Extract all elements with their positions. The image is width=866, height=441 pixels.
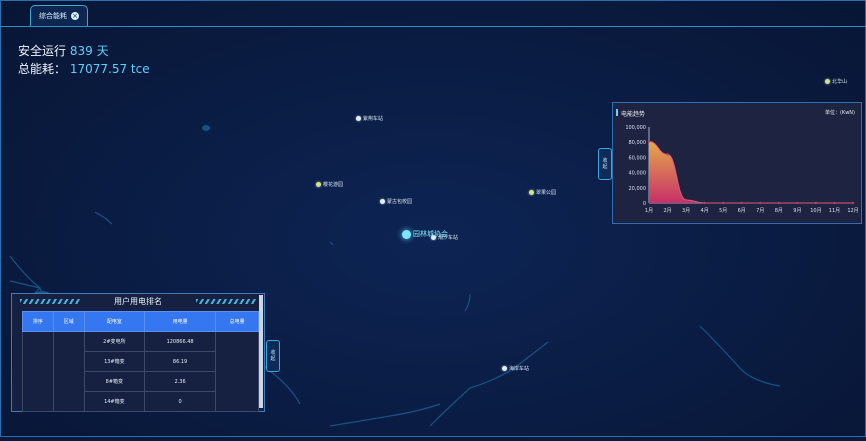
y-tick-label: 0	[643, 201, 646, 207]
x-tick-label: 1月	[645, 208, 653, 214]
x-tick-label: 12月	[847, 208, 858, 214]
map-poi[interactable]: 翠果公园	[529, 189, 556, 196]
column-header[interactable]: 配电室	[83, 311, 145, 332]
column-header[interactable]: 总电量	[215, 311, 259, 332]
map-poi[interactable]: 北华山	[825, 78, 847, 85]
x-tick-label: 9月	[793, 208, 801, 214]
map-poi[interactable]: 紫荆车站	[356, 115, 383, 122]
data-point	[777, 201, 781, 205]
x-tick-label: 6月	[738, 208, 746, 214]
data-point	[796, 201, 799, 205]
table-cell: 0	[143, 391, 217, 412]
location-pin-icon	[356, 116, 361, 121]
data-point	[833, 201, 836, 205]
location-pin-icon	[316, 182, 321, 187]
table-cell: 2#变电所	[83, 331, 145, 352]
x-tick-label: 3月	[682, 208, 690, 214]
tab-label: 综合能耗	[39, 12, 67, 20]
x-tick-label: 8月	[775, 208, 783, 214]
map-poi[interactable]: 海岸车站	[502, 365, 529, 372]
data-point	[740, 201, 743, 205]
x-tick-label: 2月	[663, 208, 671, 214]
table-cell: 86.19	[143, 351, 217, 372]
close-icon[interactable]: ×	[71, 12, 79, 20]
location-pin-icon	[529, 190, 534, 195]
map-poi[interactable]: 蒙古包校园	[380, 198, 412, 205]
data-point	[814, 201, 818, 205]
column-header[interactable]: 用电量	[143, 311, 217, 332]
table-row[interactable]: 2#变电所 120866.48	[22, 331, 259, 412]
data-point	[759, 201, 762, 205]
data-point	[721, 201, 725, 205]
column-header[interactable]: 排序	[22, 311, 54, 332]
table-cell	[52, 331, 85, 412]
location-pin-icon	[502, 366, 507, 371]
ranking-title: 用户用电排名	[114, 297, 162, 306]
column-header[interactable]: 区域	[52, 311, 85, 332]
area-series	[649, 141, 853, 203]
map-poi[interactable]: 樱花游园	[316, 181, 343, 188]
table-header-row: 排序 区域 配电室 用电量 总电量	[22, 311, 259, 332]
energy-trend-panel: 电能趋势 单位：(KwN) 100,000 80,000 60,000 40,000 2…	[612, 102, 862, 224]
data-point	[851, 201, 855, 205]
table-cell	[215, 331, 259, 412]
y-tick-label: 100,000	[625, 125, 646, 131]
table-cell: 120866.48	[143, 331, 217, 352]
location-pin-icon	[402, 229, 411, 239]
ranking-scrollbar[interactable]	[259, 295, 263, 408]
table-cell: 14#箱变	[83, 391, 145, 412]
map-center-marker[interactable]: 园林城协会	[402, 229, 448, 239]
y-tick-label: 60,000	[629, 155, 647, 161]
trend-chart: 100,000 80,000 60,000 40,000 20,000 01月 2月 3月 4月…	[625, 125, 858, 214]
data-point	[666, 153, 669, 156]
y-tick-label: 40,000	[629, 171, 647, 177]
ranking-table: 排序 区域 配电室 用电量 总电量 2#变电所 120866.48 13#箱变 …	[22, 311, 259, 412]
x-tick-label: 7月	[756, 208, 764, 214]
center-label: 园林城协会	[413, 230, 448, 238]
tab-energy[interactable]: 综合能耗 ×	[30, 5, 88, 26]
tab-bar: 综合能耗 ×	[0, 0, 866, 27]
collapse-ranking-button[interactable]: 收 起	[266, 340, 280, 372]
collapse-trend-button[interactable]: 收 起	[598, 148, 612, 180]
y-tick-label: 20,000	[629, 186, 647, 192]
table-cell: 2.36	[143, 371, 217, 392]
x-tick-label: 4月	[701, 208, 709, 214]
location-pin-icon	[380, 199, 385, 204]
x-tick-label: 5月	[719, 208, 727, 214]
data-point	[684, 198, 688, 202]
table-cell: 8#箱变	[83, 371, 145, 392]
data-point	[647, 140, 651, 143]
x-tick-label: 10月	[810, 208, 821, 214]
location-pin-icon	[825, 79, 830, 84]
y-tick-label: 80,000	[629, 140, 647, 146]
x-tick-label: 11月	[829, 208, 840, 214]
table-cell	[22, 331, 54, 412]
table-cell: 13#箱变	[83, 351, 145, 372]
data-point	[703, 201, 706, 205]
ranking-panel: 用户用电排名 排序 区域 配电室 用电量 总电量 2#变电所 120866.48…	[11, 293, 265, 412]
